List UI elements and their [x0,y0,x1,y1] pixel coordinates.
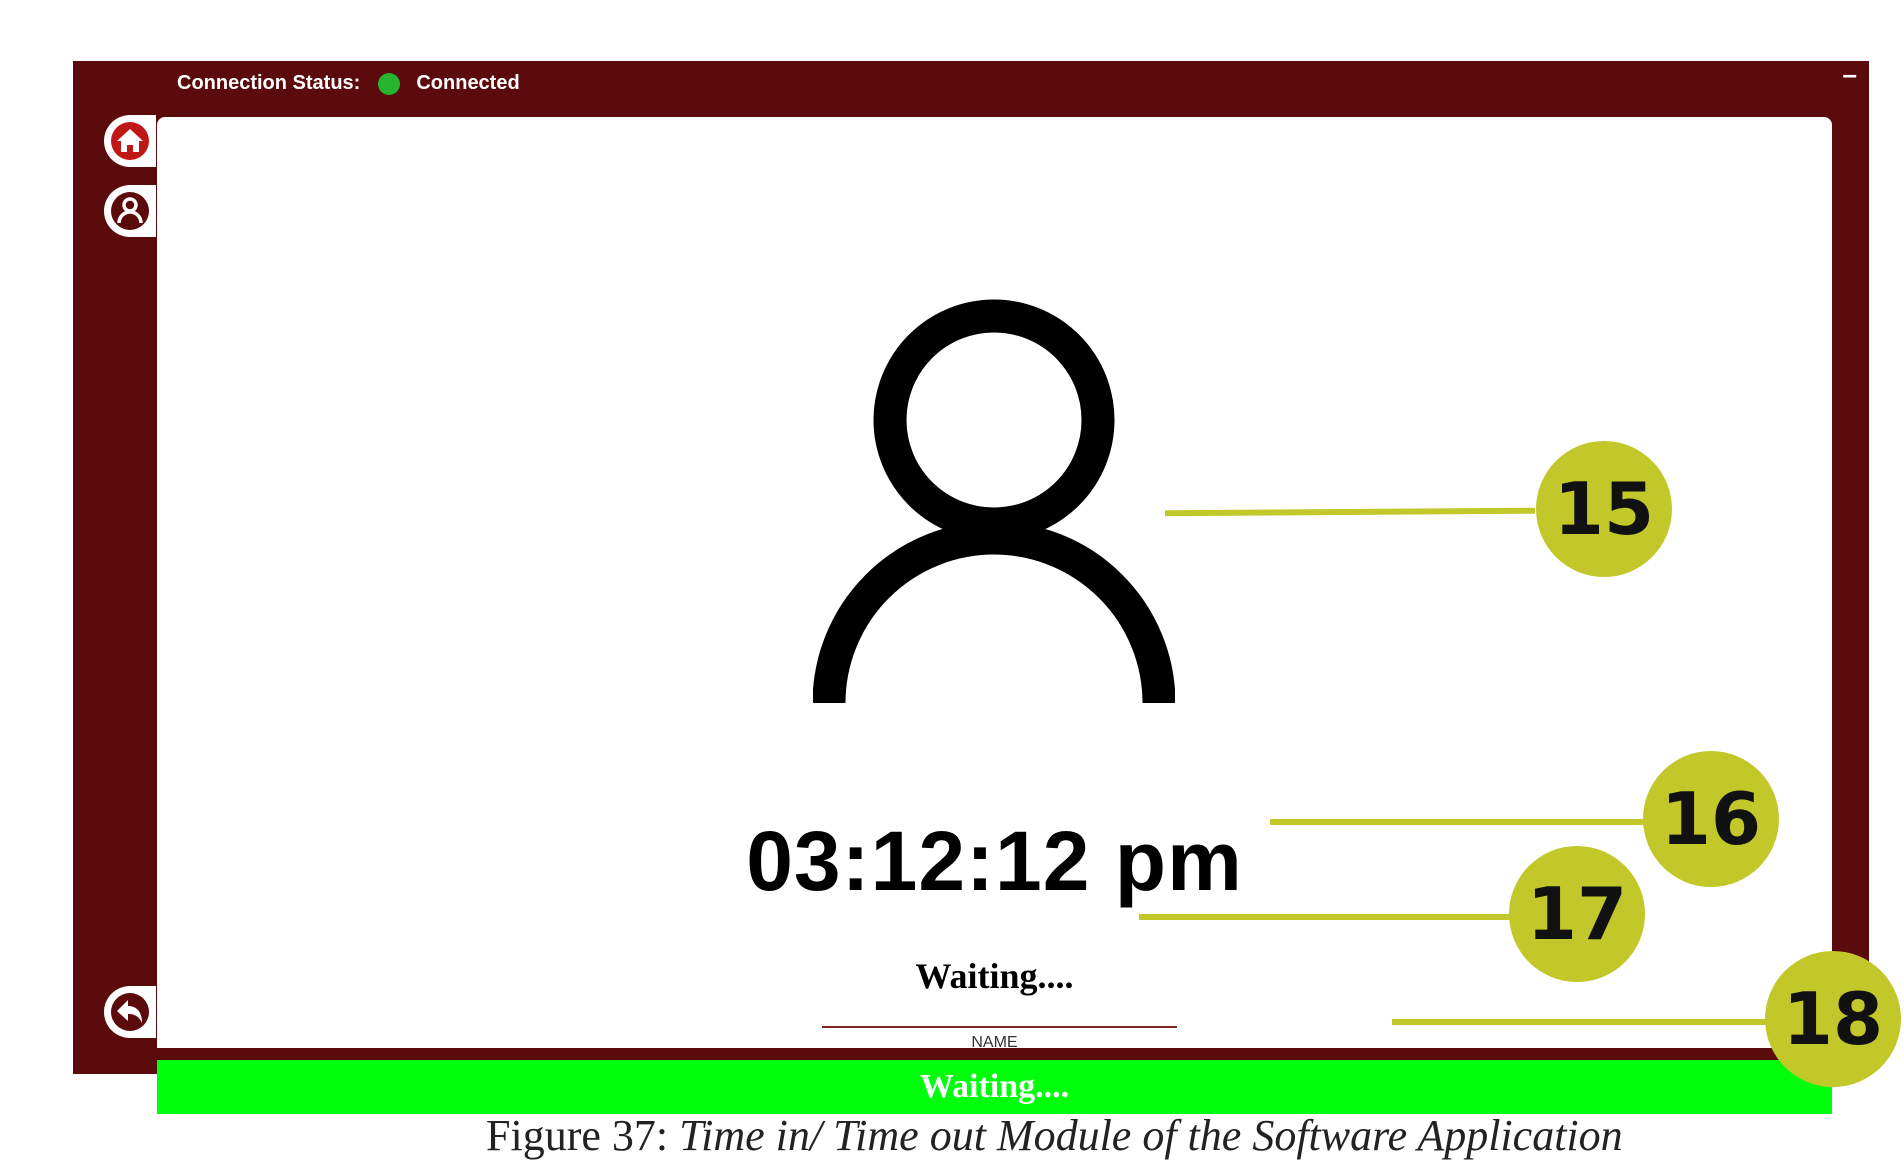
home-icon [111,122,149,160]
callout-badge-16: 16 [1643,751,1779,887]
callout-badge-15: 15 [1536,441,1672,577]
minimize-button[interactable]: – [1843,61,1857,87]
callout-line-18 [1392,1019,1772,1025]
callout-line-16 [1270,819,1646,825]
sidebar-item-profile[interactable] [104,185,156,237]
callout-badge-18: 18 [1765,951,1901,1087]
callout-badge-17: 17 [1509,846,1645,982]
sidebar-item-back[interactable] [104,986,156,1038]
profile-avatar-icon [813,299,1175,703]
name-underline [822,1026,1177,1028]
connection-status-value: Connected [416,72,520,94]
connection-status: Connection Status: Connected [177,72,520,95]
figure-caption-title: Time in/ Time out Module of the Software… [679,1111,1623,1160]
connection-indicator-icon [378,72,401,95]
figure-caption: Figure 37: Time in/ Time out Module of t… [486,1110,1623,1161]
name-label: NAME [971,1034,1018,1048]
figure-caption-label: Figure 37: [486,1111,669,1160]
callout-line-17 [1139,914,1511,920]
sidebar-item-home[interactable] [104,115,156,167]
user-icon [111,192,149,230]
status-banner: Waiting.... [157,1060,1832,1114]
connection-status-label: Connection Status: [177,72,361,94]
back-arrow-icon [111,993,149,1031]
